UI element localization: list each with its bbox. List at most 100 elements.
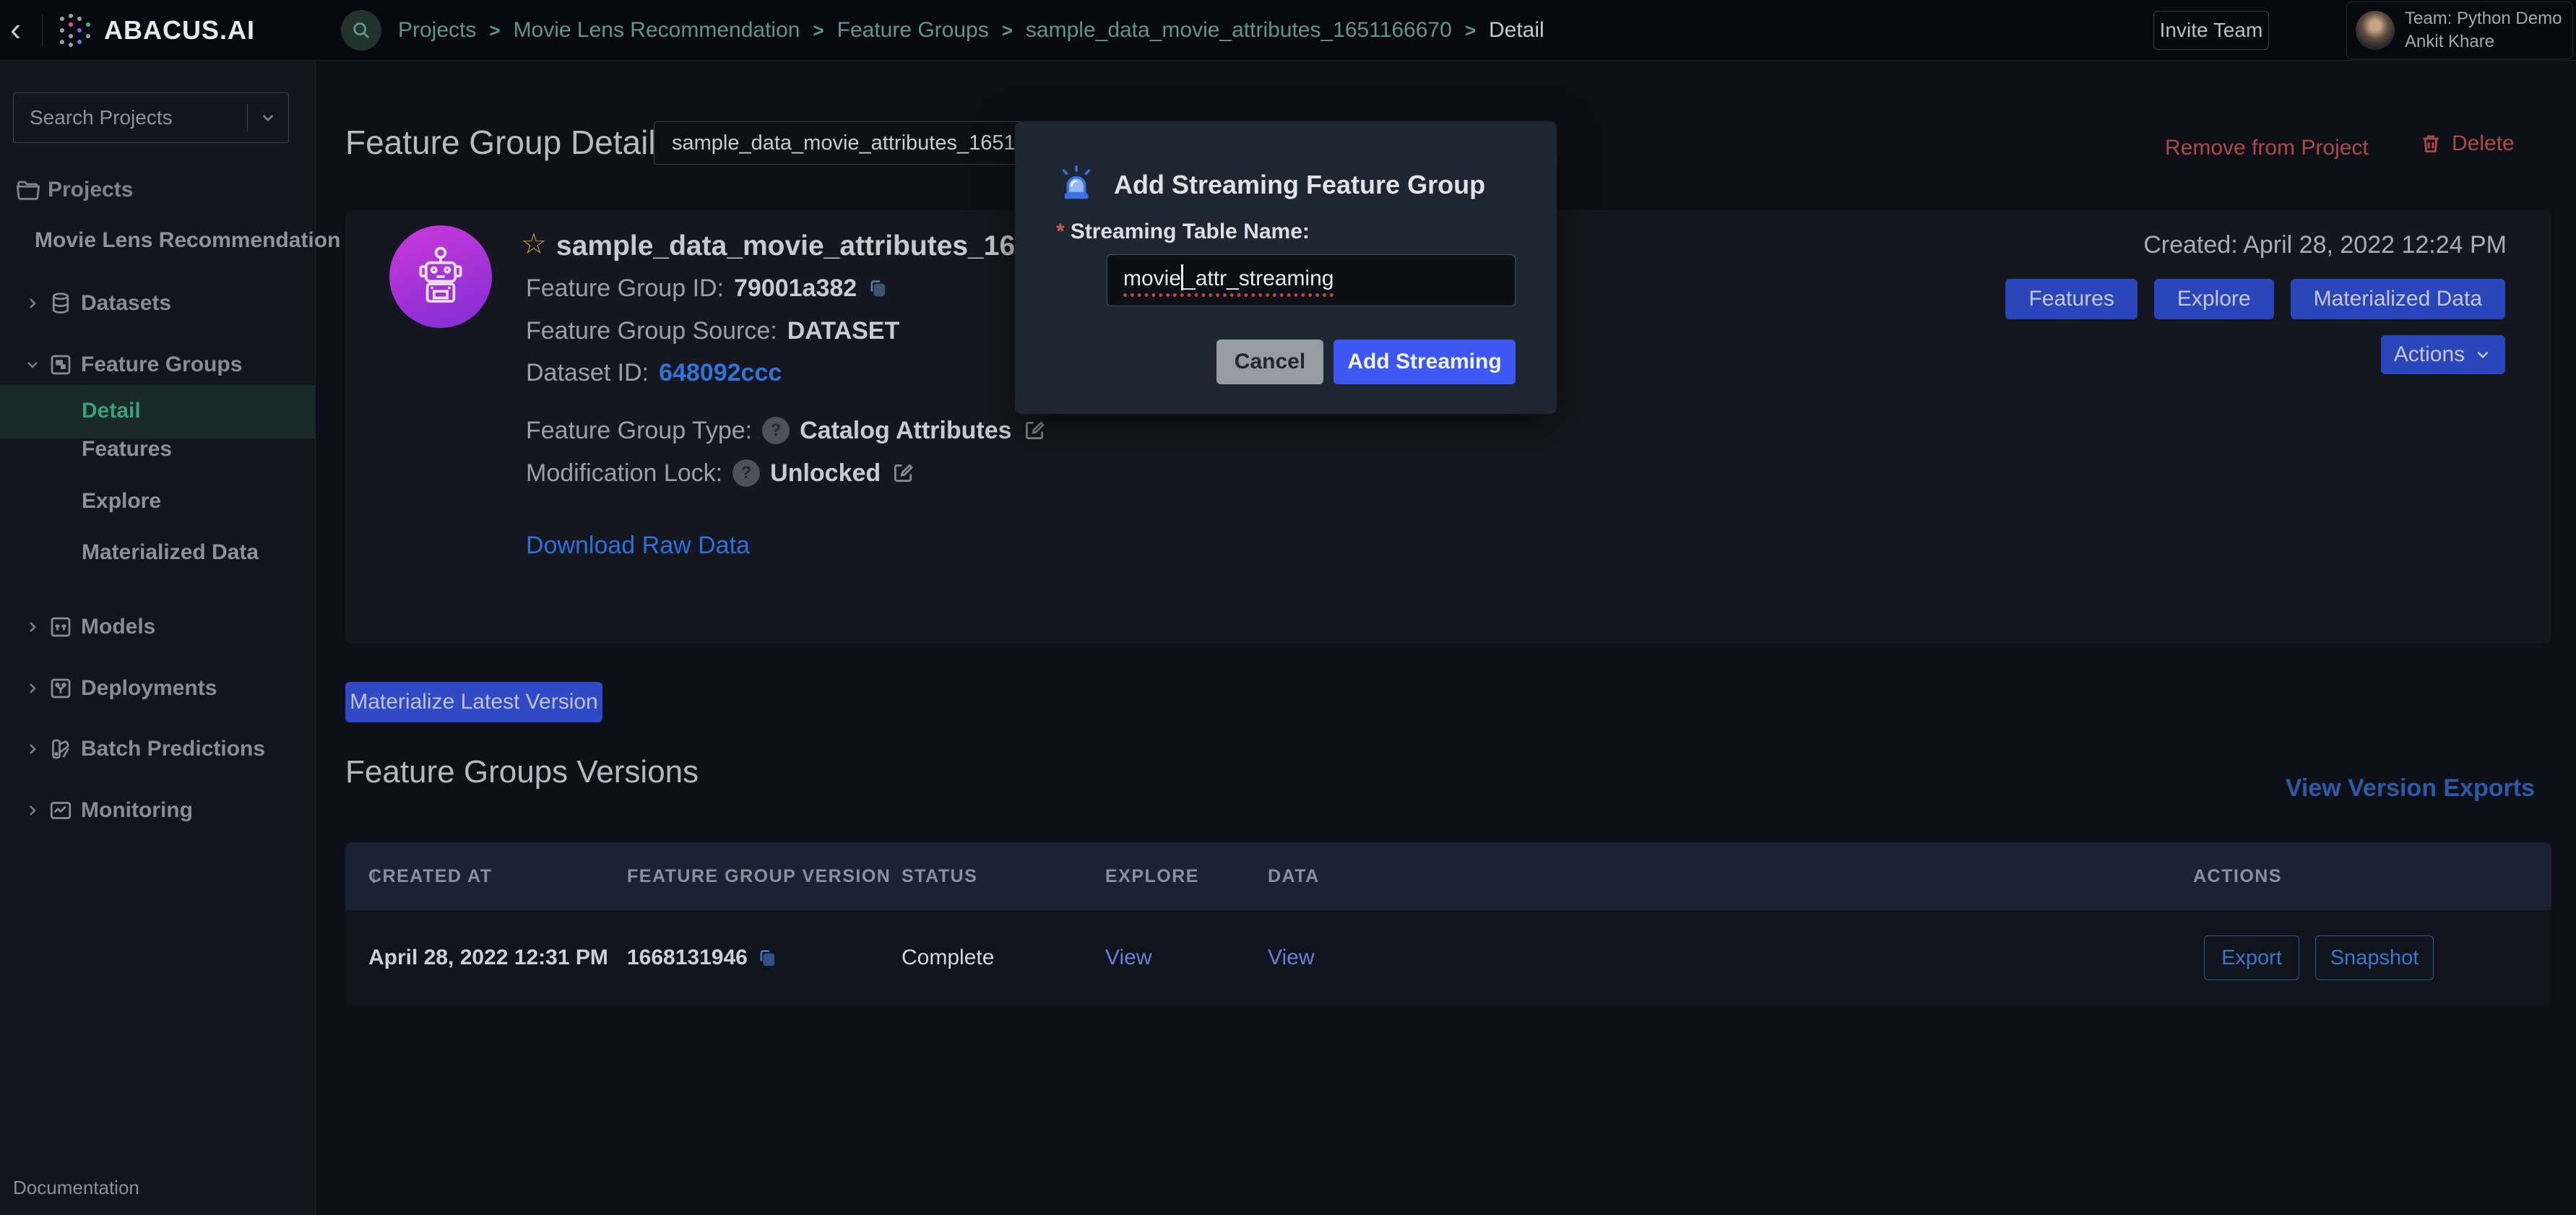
delete-button[interactable]: Delete <box>2419 131 2515 156</box>
breadcrumb-projects[interactable]: Projects <box>398 18 476 43</box>
dataset-id-link[interactable]: 648092ccc <box>659 359 782 387</box>
invite-team-button[interactable]: Invite Team <box>2153 11 2269 50</box>
chevron-right-icon <box>24 295 41 312</box>
breadcrumb-detail: Detail <box>1489 18 1544 43</box>
add-streaming-modal: Add Streaming Feature Group *Streaming T… <box>1015 121 1557 414</box>
column-data: DATA <box>1268 842 1320 910</box>
deployments-icon <box>48 675 77 701</box>
sidebar-item-datasets[interactable]: Datasets <box>0 289 316 318</box>
feature-group-source-row: Feature Group Source: DATASET <box>526 315 899 347</box>
explore-button[interactable]: Explore <box>2154 279 2274 319</box>
sidebar-item-label: Deployments <box>81 676 217 701</box>
sidebar-item-explore[interactable]: Explore <box>82 489 161 514</box>
team-label: Team: Python Demo <box>2405 7 2562 30</box>
actions-label: Actions <box>2394 342 2465 367</box>
download-raw-data-link[interactable]: Download Raw Data <box>526 532 750 560</box>
remove-from-project-link[interactable]: Remove from Project <box>2165 136 2369 160</box>
export-button[interactable]: Export <box>2204 935 2299 980</box>
folder-icon <box>14 176 43 204</box>
copy-icon[interactable] <box>756 947 778 969</box>
breadcrumb-project-name[interactable]: Movie Lens Recommendation <box>514 18 800 43</box>
row-explore-link[interactable]: View <box>1105 910 1151 1006</box>
row-data-link[interactable]: View <box>1268 910 1314 1006</box>
batch-predictions-icon <box>48 736 77 762</box>
chevron-down-icon <box>248 108 288 127</box>
snapshot-button[interactable]: Snapshot <box>2315 935 2434 980</box>
dataset-id-label: Dataset ID: <box>526 359 649 387</box>
models-icon <box>48 614 77 640</box>
delete-label: Delete <box>2452 131 2515 156</box>
detail-button-row: Features Explore Materialized Data <box>2005 279 2505 319</box>
versions-section-title: Feature Groups Versions <box>345 754 699 790</box>
search-projects-select[interactable]: Search Projects <box>13 92 289 143</box>
breadcrumb-separator: > <box>813 20 824 42</box>
column-feature-group-version: FEATURE GROUP VERSION <box>627 842 891 910</box>
input-text: movie_attr_streaming <box>1123 264 1334 297</box>
streaming-table-name-input[interactable]: movie_attr_streaming <box>1107 254 1516 306</box>
back-icon[interactable]: ‹ <box>10 0 21 61</box>
feature-group-id-label: Feature Group ID: <box>526 274 724 303</box>
add-streaming-button[interactable]: Add Streaming <box>1334 340 1516 384</box>
sidebar-item-label: Projects <box>48 178 133 202</box>
cancel-button[interactable]: Cancel <box>1216 340 1323 384</box>
edit-icon[interactable] <box>891 461 915 485</box>
feature-group-type-label: Feature Group Type: <box>526 417 752 445</box>
favorite-star-icon[interactable]: ☆ <box>521 228 547 261</box>
sidebar-item-feature-groups[interactable]: Feature Groups <box>0 350 316 379</box>
siren-icon <box>1056 165 1097 205</box>
documentation-link[interactable]: Documentation <box>13 1177 139 1199</box>
sidebar-item-models[interactable]: Models <box>0 613 316 641</box>
row-version-value: 1668131946 <box>627 946 748 970</box>
sidebar-item-label: Datasets <box>81 291 171 316</box>
copy-icon[interactable] <box>867 277 889 299</box>
sidebar-item-projects[interactable]: Projects <box>0 176 316 204</box>
breadcrumb-separator: > <box>1465 20 1476 42</box>
modification-lock-label: Modification Lock: <box>526 459 722 488</box>
sidebar-item-features[interactable]: Features <box>82 437 172 462</box>
edit-icon[interactable] <box>1022 418 1047 443</box>
chevron-right-icon <box>24 618 41 636</box>
breadcrumb-feature-groups[interactable]: Feature Groups <box>837 18 989 43</box>
abacus-logo[interactable]: ABACUS.AI <box>55 12 255 49</box>
row-actions: Export Snapshot <box>2204 910 2434 1006</box>
user-avatar <box>2356 11 2395 50</box>
features-button[interactable]: Features <box>2005 279 2137 319</box>
chevron-down-icon <box>2473 345 2492 364</box>
sidebar-item-label: Detail <box>82 399 141 423</box>
help-icon[interactable]: ? <box>762 417 790 444</box>
view-version-exports-link[interactable]: View Version Exports <box>2286 774 2535 803</box>
feature-group-type-row: Feature Group Type: ? Catalog Attributes <box>526 415 1047 446</box>
sidebar-item-detail-active[interactable]: Detail <box>0 385 316 438</box>
monitoring-icon <box>48 797 77 823</box>
feature-group-id-value: 79001a382 <box>734 274 857 303</box>
sidebar-item-materialized-data[interactable]: Materialized Data <box>82 540 259 565</box>
sidebar-item-deployments[interactable]: Deployments <box>0 674 316 703</box>
breadcrumb-separator: > <box>1002 20 1013 42</box>
chevron-right-icon <box>24 680 41 697</box>
help-icon[interactable]: ? <box>732 459 760 487</box>
materialized-data-button[interactable]: Materialized Data <box>2291 279 2505 319</box>
sidebar-item-batch-predictions[interactable]: Batch Predictions <box>0 735 316 764</box>
page-title: Feature Group Detail <box>345 123 656 162</box>
breadcrumb-feature-group-name[interactable]: sample_data_movie_attributes_1651166670 <box>1026 18 1452 43</box>
row-version: 1668131946 <box>627 910 778 1006</box>
search-icon[interactable] <box>341 10 381 51</box>
chevron-right-icon <box>24 802 41 819</box>
sidebar-item-project-name[interactable]: Movie Lens Recommendation <box>35 228 340 253</box>
actions-dropdown-button[interactable]: Actions <box>2381 335 2505 374</box>
column-status: STATUS <box>902 842 977 910</box>
user-menu[interactable]: Team: Python Demo Ankit Khare <box>2346 1 2573 59</box>
table-row: April 28, 2022 12:31 PM 1668131946 Compl… <box>345 910 2551 1006</box>
feature-groups-icon <box>48 352 77 378</box>
dataset-id-row: Dataset ID: 648092ccc <box>526 357 782 389</box>
feature-group-source-label: Feature Group Source: <box>526 317 777 345</box>
trash-icon <box>2419 131 2443 156</box>
sidebar-item-label: Monitoring <box>81 798 193 823</box>
column-actions: ACTIONS <box>2193 842 2282 910</box>
chevron-down-icon <box>24 356 41 373</box>
feature-group-type-value: Catalog Attributes <box>800 417 1011 445</box>
materialize-latest-version-button[interactable]: Materialize Latest Version <box>345 682 602 722</box>
sidebar-item-monitoring[interactable]: Monitoring <box>0 796 316 825</box>
search-projects-placeholder: Search Projects <box>14 106 247 129</box>
streaming-table-name-label: *Streaming Table Name: <box>1056 220 1310 244</box>
